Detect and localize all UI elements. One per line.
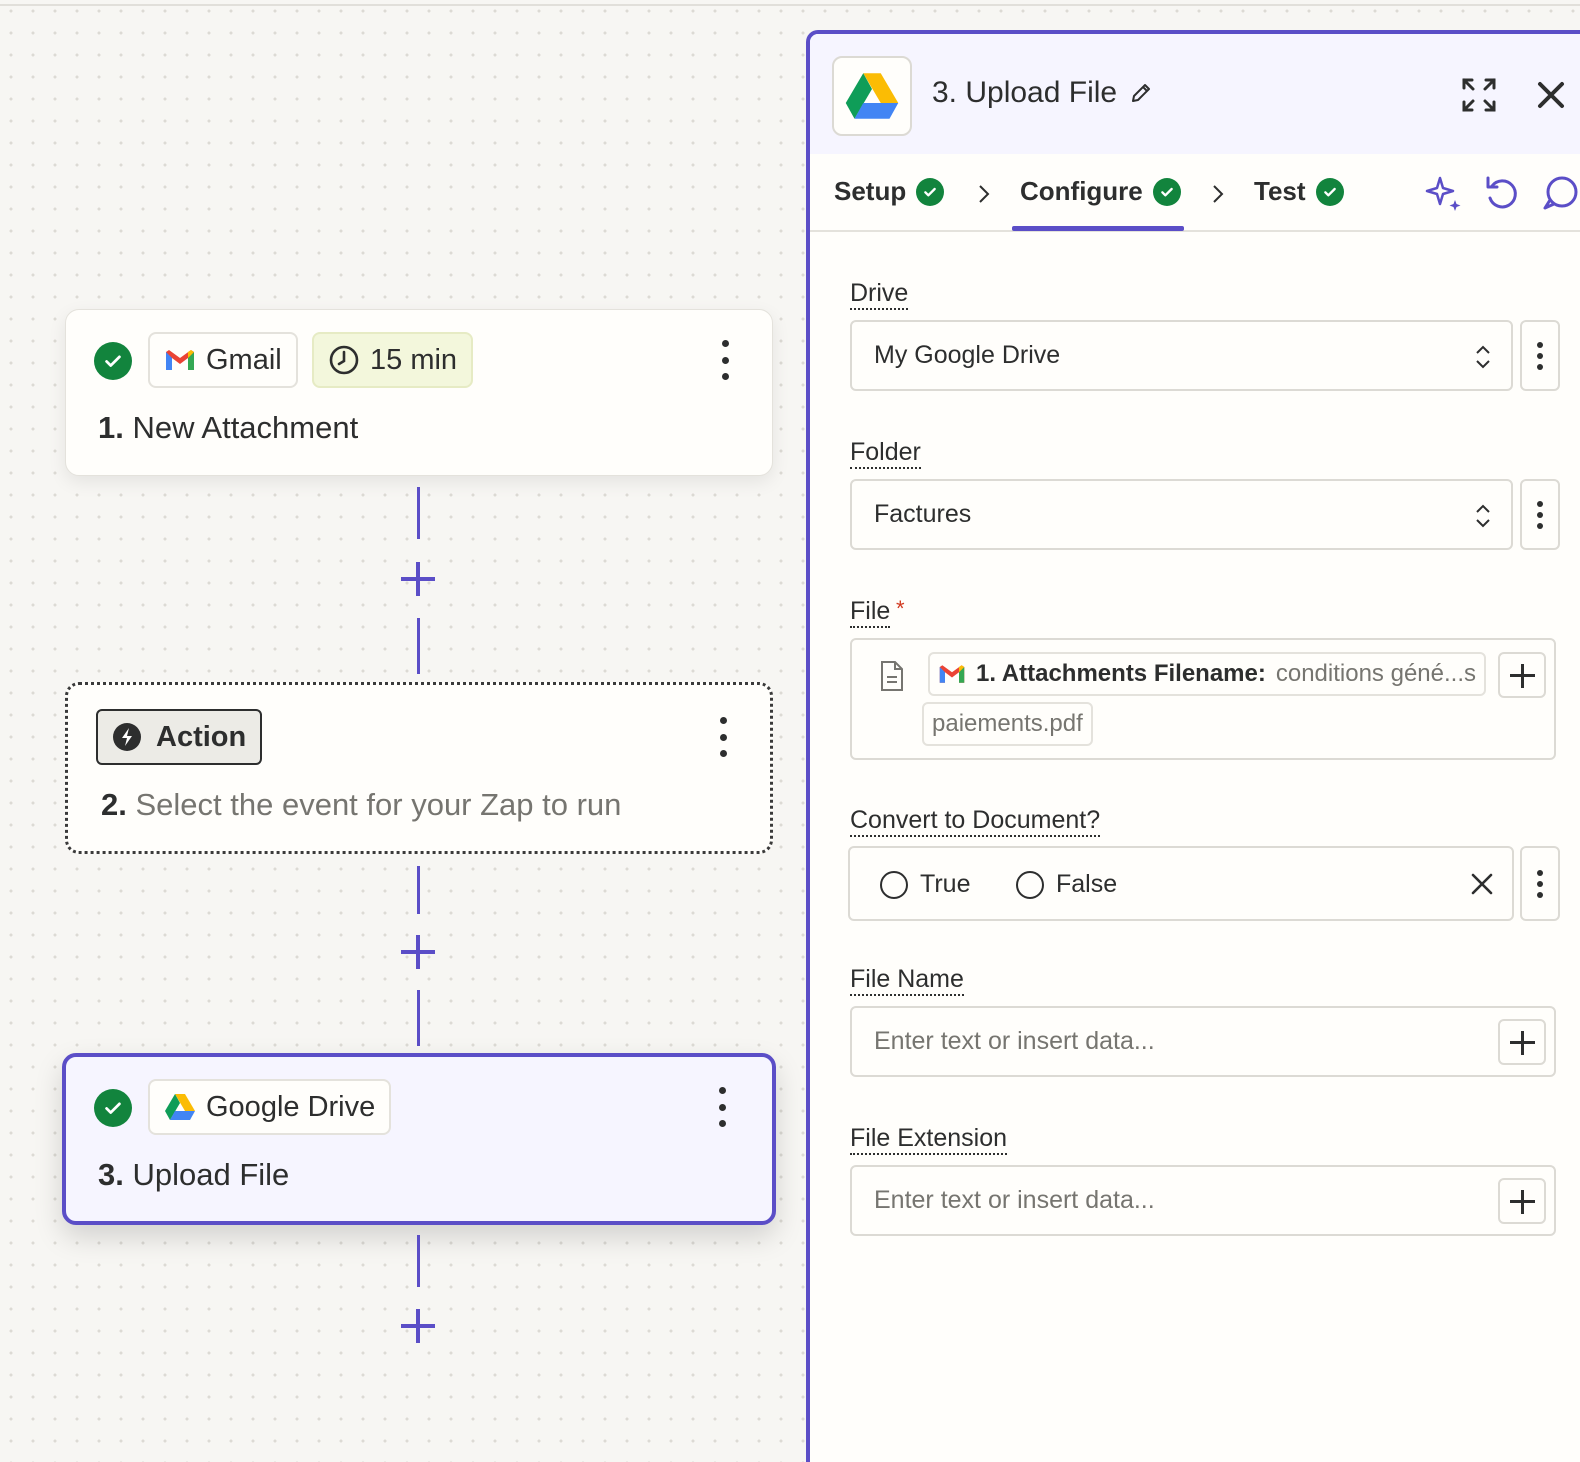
- add-step-icon[interactable]: [401, 562, 435, 596]
- step-config-panel: 3. Upload File Setup Configure Test Driv…: [806, 30, 1580, 1462]
- insert-data-plus-icon[interactable]: [1498, 652, 1546, 698]
- step-title: 2. Select the event for your Zap to run: [101, 787, 622, 822]
- expand-icon[interactable]: [1460, 76, 1498, 114]
- success-check-icon: [916, 177, 945, 206]
- convert-label: Convert to Document?: [850, 807, 1101, 837]
- panel-title[interactable]: 3. Upload File: [932, 76, 1153, 110]
- required-asterisk: *: [896, 596, 905, 621]
- close-icon[interactable]: [1532, 76, 1570, 114]
- file-label: File: [850, 598, 891, 628]
- select-arrows-icon: [1476, 345, 1490, 369]
- schedule-label: 15 min: [370, 343, 458, 376]
- step-menu-icon[interactable]: [714, 1087, 730, 1127]
- convert-radio-group: True False: [848, 846, 1514, 921]
- top-divider: [0, 0, 1580, 6]
- chevron-right-icon: [979, 185, 990, 203]
- app-label: Google Drive: [206, 1090, 376, 1123]
- step-menu-icon[interactable]: [715, 717, 731, 757]
- file-name-label: File Name: [850, 966, 964, 996]
- lightning-icon: [113, 723, 141, 751]
- connector-line: [417, 487, 420, 539]
- step-card-3[interactable]: Google Drive 3. Upload File: [62, 1053, 776, 1225]
- step-title: 3. Upload File: [98, 1157, 290, 1192]
- radio-true[interactable]: True: [880, 870, 970, 899]
- radio-false[interactable]: False: [1016, 870, 1117, 899]
- clear-icon[interactable]: [1470, 872, 1494, 896]
- insert-data-plus-icon[interactable]: [1498, 1178, 1546, 1224]
- schedule-chip: 15 min: [312, 332, 474, 388]
- drive-select[interactable]: My Google Drive: [850, 320, 1513, 391]
- connector-line: [417, 990, 420, 1046]
- file-name-input[interactable]: Enter text or insert data...: [850, 1006, 1556, 1077]
- app-chip-gmail: Gmail: [148, 332, 298, 388]
- google-drive-icon: [165, 1094, 195, 1120]
- step-card-1[interactable]: Gmail 15 min 1. New Attachment: [65, 309, 773, 476]
- success-check-icon: [94, 342, 132, 380]
- ai-sparkle-icon[interactable]: [1424, 174, 1464, 214]
- success-check-icon: [1152, 177, 1181, 206]
- file-extension-label: File Extension: [850, 1125, 1008, 1155]
- google-drive-logo: [832, 56, 912, 136]
- tab-setup[interactable]: Setup: [834, 176, 945, 207]
- add-step-icon[interactable]: [401, 1309, 435, 1343]
- panel-header: 3. Upload File: [810, 34, 1580, 154]
- undo-icon[interactable]: [1482, 174, 1522, 214]
- app-label: Gmail: [206, 343, 282, 376]
- field-options-icon[interactable]: [1520, 320, 1560, 391]
- file-extension-input[interactable]: Enter text or insert data...: [850, 1165, 1556, 1236]
- field-options-icon[interactable]: [1520, 479, 1560, 550]
- add-step-icon[interactable]: [401, 935, 435, 969]
- tab-configure[interactable]: Configure: [1020, 176, 1181, 207]
- connector-line: [417, 618, 420, 674]
- tab-test[interactable]: Test: [1254, 176, 1344, 207]
- chevron-right-icon: [1213, 185, 1224, 203]
- data-pill-attachment[interactable]: 1. Attachments Filename: conditions géné…: [928, 652, 1486, 696]
- active-tab-indicator: [1012, 226, 1184, 231]
- step-menu-icon[interactable]: [717, 340, 733, 380]
- document-icon: [881, 661, 903, 691]
- action-badge-label: Action: [156, 720, 247, 753]
- edit-pencil-icon[interactable]: [1129, 81, 1153, 105]
- action-badge: Action: [96, 709, 263, 765]
- step-card-2[interactable]: Action 2. Select the event for your Zap …: [65, 682, 773, 854]
- field-options-icon[interactable]: [1520, 846, 1560, 921]
- step-title: 1. New Attachment: [98, 410, 359, 445]
- radio-circle-icon: [880, 870, 908, 899]
- clock-icon: [329, 345, 359, 375]
- gmail-icon: [166, 350, 194, 370]
- app-chip-google-drive: Google Drive: [148, 1079, 392, 1135]
- data-pill-attachment-continued[interactable]: paiements.pdf: [922, 702, 1093, 746]
- drive-label: Drive: [850, 280, 909, 310]
- success-check-icon: [1315, 177, 1344, 206]
- step-tabs: Setup Configure Test: [810, 154, 1580, 232]
- select-arrows-icon: [1476, 504, 1490, 528]
- gmail-icon: [939, 665, 965, 683]
- file-input[interactable]: 1. Attachments Filename: conditions géné…: [850, 638, 1556, 760]
- connector-line: [417, 1235, 420, 1287]
- folder-label: Folder: [850, 439, 921, 469]
- success-check-icon: [94, 1089, 132, 1127]
- comment-icon[interactable]: [1540, 174, 1580, 214]
- google-drive-icon: [845, 73, 899, 119]
- radio-circle-icon: [1016, 870, 1044, 899]
- insert-data-plus-icon[interactable]: [1498, 1019, 1546, 1065]
- connector-line: [417, 866, 420, 914]
- folder-select[interactable]: Factures: [850, 479, 1513, 550]
